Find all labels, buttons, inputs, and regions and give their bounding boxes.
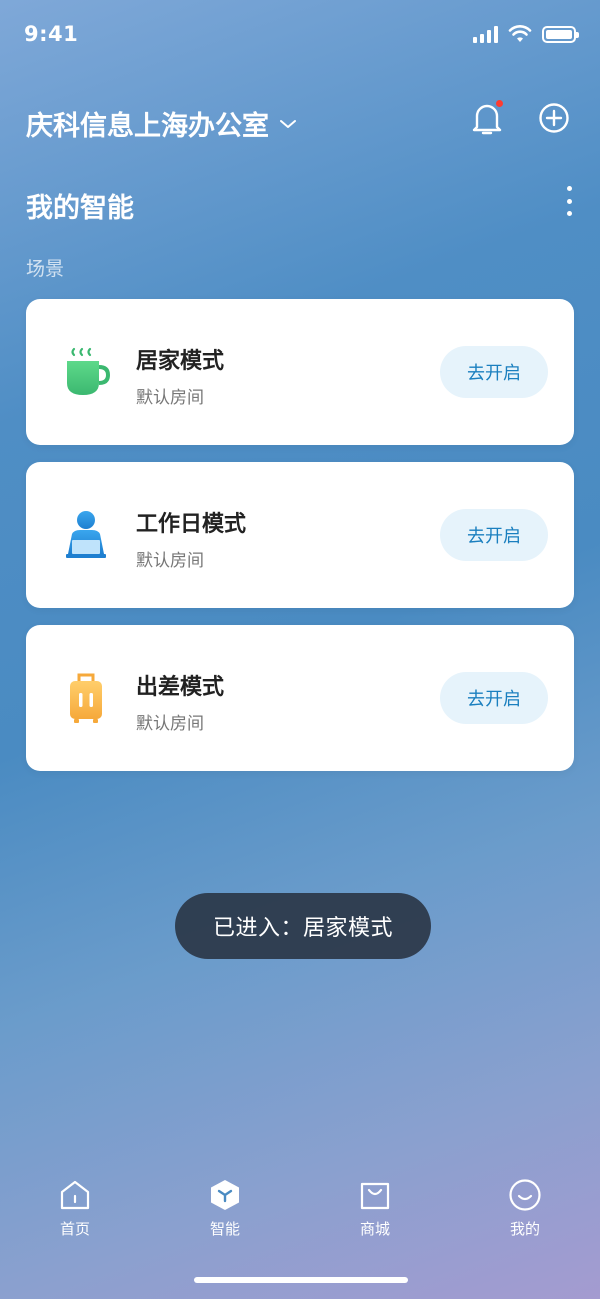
smart-icon [211,1180,239,1210]
scenes-label: 场景 [26,258,65,280]
scene-room: 默认房间 [136,551,204,571]
office-selector[interactable]: 庆科信息上海办公室 [26,104,297,143]
tab-label: 商城 [359,1220,390,1238]
home-indicator[interactable] [194,1277,408,1283]
scene-card[interactable]: 居家模式 默认房间 去开启 [26,299,574,445]
tab-smart[interactable]: 智能 [175,1178,275,1239]
scene-name: 出差模式 [136,675,225,700]
profile-icon [509,1179,541,1211]
scene-name: 工作日模式 [136,512,247,537]
tab-home[interactable]: 首页 [25,1178,125,1239]
notification-dot [496,100,503,107]
tab-label: 智能 [209,1220,240,1238]
toast-message: 已进入：居家模式 [175,893,431,959]
status-icons [473,25,579,43]
wifi-icon [508,25,532,42]
cellular-signal-icon [473,25,498,43]
chevron-down-icon [280,119,296,128]
scene-card[interactable]: 出差模式 默认房间 去开启 [26,625,574,771]
status-bar: 9:41 [0,0,600,70]
add-button[interactable] [538,102,570,134]
bottom-tab-bar: 首页 智能 商城 我的 [0,1170,600,1250]
shopping-bag-icon [360,1182,390,1210]
tab-label: 首页 [59,1220,90,1238]
scene-room: 默认房间 [136,714,204,734]
notifications-button[interactable] [470,100,504,136]
tea-cup-icon [67,347,111,395]
luggage-icon [70,673,102,723]
section-title: 我的智能 [26,193,134,224]
tab-mall[interactable]: 商城 [325,1178,425,1239]
more-options-icon[interactable] [564,186,574,216]
battery-icon [542,25,579,43]
status-time: 9:41 [24,22,79,46]
scene-room: 默认房间 [136,388,204,408]
scene-name: 居家模式 [136,349,225,374]
office-title: 庆科信息上海办公室 [26,111,269,142]
header-actions [470,100,570,136]
tab-label: 我的 [509,1220,540,1238]
home-icon [60,1180,90,1210]
activate-scene-button[interactable]: 去开启 [440,346,548,398]
tab-profile[interactable]: 我的 [475,1178,575,1239]
activate-scene-button[interactable]: 去开启 [440,672,548,724]
office-worker-icon [66,511,106,558]
activate-scene-button[interactable]: 去开启 [440,509,548,561]
scene-card[interactable]: 工作日模式 默认房间 去开启 [26,462,574,608]
